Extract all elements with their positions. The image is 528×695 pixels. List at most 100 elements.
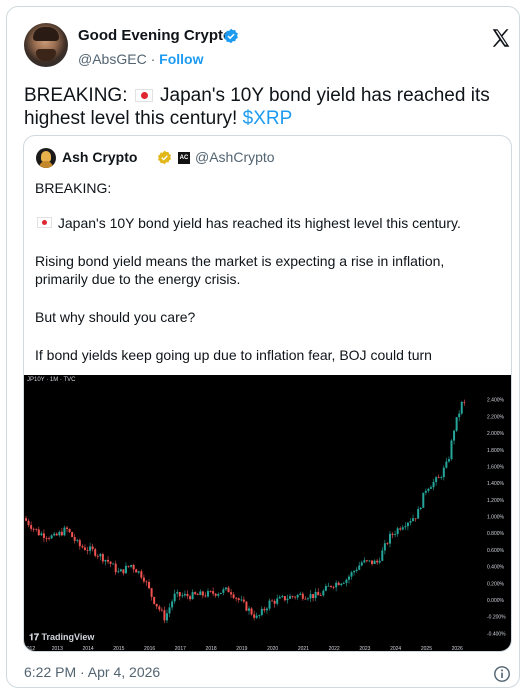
separator-dot: ·: [150, 51, 156, 67]
x-tick-label: 2023: [359, 646, 370, 652]
quoted-tweet[interactable]: Ash Crypto AC @AshCrypto BREAKING: Japan…: [23, 135, 512, 652]
candle-body: [363, 560, 366, 563]
candle-body: [273, 600, 276, 604]
candle-body: [322, 590, 325, 596]
candle-body: [414, 518, 417, 520]
candle-body: [204, 595, 207, 597]
candle-body: [460, 401, 463, 414]
candle-body: [371, 560, 374, 565]
candle-body: [109, 561, 112, 564]
candle-body: [312, 594, 315, 599]
y-tick-label: 2.400%: [487, 398, 505, 404]
candle-body: [55, 533, 58, 536]
candle-body: [66, 527, 69, 529]
y-tick-label: 0.800%: [487, 531, 505, 537]
y-tick-label: 1.800%: [487, 448, 505, 454]
tweet-timestamp[interactable]: 6:22 PM · Apr 4, 2026: [24, 664, 160, 681]
y-tick-label: 0.000%: [487, 598, 505, 604]
x-tick-label: 2026: [452, 646, 463, 652]
candle-body: [294, 596, 297, 598]
quoted-author-name[interactable]: Ash Crypto: [62, 149, 137, 166]
candle-body: [376, 560, 379, 563]
bond-yield-chart[interactable]: JP10Y · 1M · TVC 2.400% 2.200% 2.000% 1.800…: [24, 375, 511, 652]
candle-body: [309, 594, 312, 599]
candle-body: [60, 531, 63, 536]
candle-body: [335, 582, 338, 588]
candle-body: [306, 598, 309, 600]
candle-body: [37, 529, 40, 536]
candle-body: [278, 596, 281, 599]
candle-body: [58, 531, 61, 536]
candle-body: [250, 608, 253, 615]
candle-body: [196, 594, 199, 596]
author-name[interactable]: Good Evening Crypto: [78, 27, 232, 45]
candle-body: [186, 593, 189, 597]
candle-body: [48, 538, 51, 539]
candle-body: [194, 592, 197, 595]
candle-body: [258, 615, 261, 616]
candle-body: [145, 581, 148, 583]
candle-body: [299, 593, 302, 595]
candle-body: [289, 596, 292, 599]
candle-body: [327, 585, 330, 587]
follow-button[interactable]: Follow: [159, 51, 203, 67]
candle-body: [25, 518, 27, 521]
tweet-text: BREAKING: Japan's 10Y bond yield has rea…: [24, 84, 504, 130]
author-avatar[interactable]: [24, 23, 68, 67]
candle-body: [189, 596, 192, 600]
candle-body: [271, 600, 274, 602]
candle-body: [235, 597, 238, 599]
candle-body: [191, 592, 194, 600]
candle-body: [432, 481, 435, 488]
candle-body: [276, 598, 279, 604]
candle-body: [404, 526, 407, 528]
candle-body: [248, 608, 250, 611]
candle-body: [71, 532, 74, 538]
candle-body: [419, 507, 422, 510]
x-logo-icon[interactable]: [490, 27, 512, 49]
candle-body: [350, 572, 353, 577]
candle-body: [391, 533, 394, 535]
author-handle[interactable]: @AbsGEC: [78, 51, 147, 67]
y-tick-label: 1.600%: [487, 464, 505, 470]
candle-body: [453, 430, 456, 441]
x-tick-label: 2013: [52, 646, 63, 652]
candle-body: [255, 615, 258, 618]
quoted-line-1: BREAKING:: [35, 180, 112, 196]
cashtag-link[interactable]: $XRP: [243, 108, 293, 129]
candle-body: [242, 599, 245, 602]
candle-body: [330, 585, 333, 587]
candle-body: [122, 569, 125, 574]
candle-body: [99, 554, 102, 557]
candle-body: [135, 569, 138, 573]
candle-body: [378, 560, 381, 563]
candle-body: [76, 540, 79, 542]
candle-body: [358, 565, 361, 570]
candle-body: [96, 555, 99, 557]
candle-body: [165, 613, 168, 621]
japan-flag-icon: [37, 217, 52, 228]
candle-body: [412, 518, 415, 522]
x-tick-label: 2016: [144, 646, 155, 652]
quoted-author-handle[interactable]: @AshCrypto: [195, 149, 275, 166]
x-tick-label: 2017: [175, 646, 186, 652]
quoted-line-3: Rising bond yield means the market is ex…: [35, 253, 445, 269]
candle-body: [296, 594, 299, 598]
candle-body: [317, 591, 320, 596]
candle-body: [230, 592, 233, 595]
info-icon[interactable]: [493, 665, 511, 683]
candle-body: [324, 586, 327, 591]
candle-body: [386, 543, 389, 545]
candle-body: [227, 587, 230, 593]
candle-body: [347, 576, 350, 580]
candle-body: [286, 598, 289, 601]
candle-body: [291, 596, 294, 597]
candle-body: [340, 583, 343, 586]
tradingview-logo-icon: 𝟏𝟕: [29, 632, 42, 642]
candle-body: [342, 582, 345, 584]
x-tick-label: 2025: [421, 646, 432, 652]
quoted-avatar[interactable]: [36, 148, 56, 168]
japan-flag-icon: [134, 89, 153, 102]
y-tick-label: 2.200%: [487, 414, 505, 420]
candle-body: [181, 595, 184, 597]
